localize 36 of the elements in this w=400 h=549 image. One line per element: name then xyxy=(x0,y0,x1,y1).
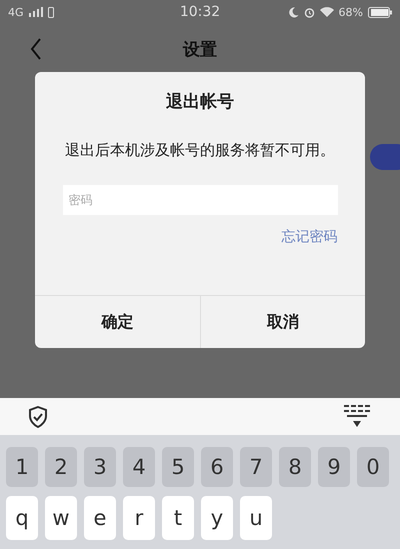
toggle-switch[interactable] xyxy=(370,144,400,170)
signal-icon xyxy=(28,7,43,17)
keyboard-key[interactable]: r xyxy=(123,496,155,540)
network-label: 4G xyxy=(8,6,24,18)
dialog-button[interactable]: 确定 xyxy=(35,296,200,348)
keyboard-key[interactable]: 8 xyxy=(279,447,311,487)
keyboard-key[interactable]: u xyxy=(240,496,272,540)
keyboard-key[interactable]: w xyxy=(45,496,77,540)
moon-icon xyxy=(288,6,299,18)
back-icon[interactable] xyxy=(30,38,42,60)
battery-percent: 68% xyxy=(338,6,363,18)
keyboard-key[interactable]: 0 xyxy=(357,447,389,487)
keyboard-key[interactable]: y xyxy=(201,496,233,540)
keyboard-key[interactable]: 3 xyxy=(84,447,116,487)
shield-check-icon[interactable] xyxy=(28,406,48,428)
battery-icon xyxy=(368,6,392,18)
clock: 10:32 xyxy=(180,4,220,20)
keyboard-key[interactable]: 2 xyxy=(45,447,77,487)
page-title: 设置 xyxy=(182,38,218,60)
password-field[interactable]: 密码 xyxy=(62,185,338,215)
sim-icon xyxy=(48,6,54,18)
keyboard-key[interactable]: q xyxy=(6,496,38,540)
keyboard-key[interactable]: 6 xyxy=(201,447,233,487)
alarm-icon xyxy=(304,6,315,18)
wifi-icon xyxy=(320,7,334,17)
keyboard-key[interactable]: e xyxy=(84,496,116,540)
keyboard-key[interactable]: 4 xyxy=(123,447,155,487)
keyboard-key[interactable]: 1 xyxy=(6,447,38,487)
keyboard-key[interactable]: 5 xyxy=(162,447,194,487)
keyboard-key[interactable]: t xyxy=(162,496,194,540)
dialog-button[interactable]: 取消 xyxy=(200,296,365,348)
keyboard-key[interactable]: 9 xyxy=(318,447,350,487)
keyboard-key[interactable]: 7 xyxy=(240,447,272,487)
dialog-title: 退出帐号 xyxy=(166,91,234,113)
dialog-message: 退出后本机涉及帐号的服务将暂不可用。 xyxy=(65,140,335,161)
keyboard-hide-icon[interactable] xyxy=(344,404,372,428)
